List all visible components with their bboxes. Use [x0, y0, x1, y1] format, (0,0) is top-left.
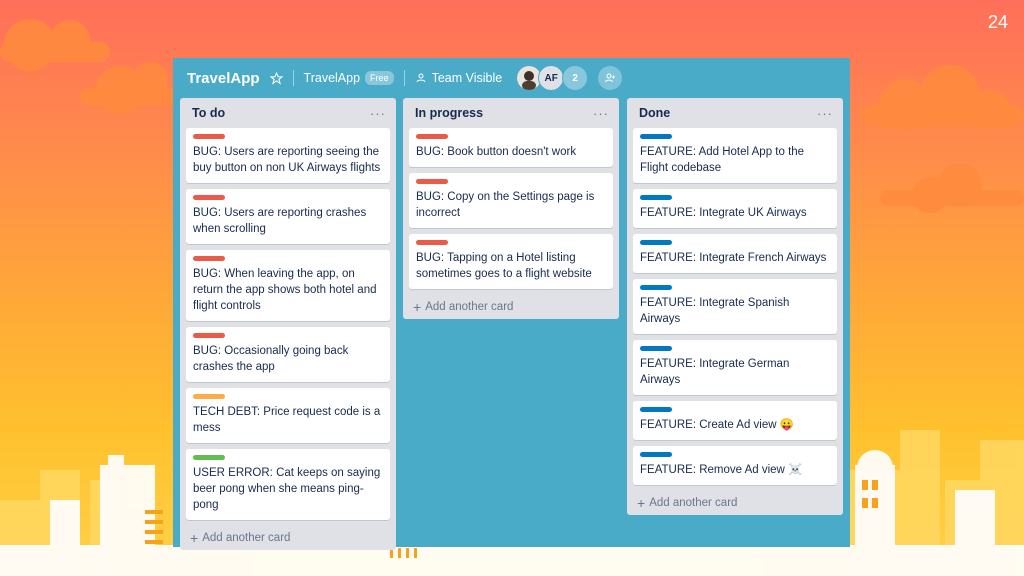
header-divider: [292, 70, 294, 86]
add-card-label: Add another card: [425, 301, 514, 313]
card-text: FEATURE: Integrate French Airways: [640, 252, 827, 264]
card[interactable]: BUG: Tapping on a Hotel listing sometime…: [409, 234, 613, 289]
card-text: BUG: Copy on the Settings page is incorr…: [416, 191, 595, 219]
team-name[interactable]: TravelApp: [304, 71, 361, 85]
card[interactable]: FEATURE: Add Hotel App to the Flight cod…: [633, 128, 837, 183]
card[interactable]: BUG: Users are reporting seeing the buy …: [186, 128, 390, 183]
label-tech-debt: [193, 394, 225, 399]
label-bug: [416, 179, 448, 184]
card[interactable]: FEATURE: Remove Ad view ☠️: [633, 446, 837, 485]
card[interactable]: BUG: Occasionally going back crashes the…: [186, 327, 390, 382]
add-person-icon: [605, 73, 616, 83]
slide-page-number: 24: [987, 12, 1008, 32]
add-card-label: Add another card: [649, 497, 738, 509]
list-menu-button[interactable]: ···: [593, 106, 609, 121]
more-members-count[interactable]: 2: [562, 65, 589, 91]
label-feature: [640, 285, 672, 290]
card-text: BUG: When leaving the app, on return the…: [193, 268, 377, 312]
team-visibility-icon: [416, 73, 426, 83]
card-text: BUG: Tapping on a Hotel listing sometime…: [416, 252, 592, 280]
avatar-initials[interactable]: AF: [538, 65, 565, 91]
card-text: USER ERROR: Cat keeps on saying beer pon…: [193, 467, 381, 511]
card-text: FEATURE: Add Hotel App to the Flight cod…: [640, 146, 805, 174]
card-text: BUG: Users are reporting crashes when sc…: [193, 207, 367, 235]
plan-badge: Free: [365, 71, 394, 85]
invite-member-button[interactable]: [598, 66, 623, 90]
label-feature: [640, 346, 672, 351]
card-text: TECH DEBT: Price request code is a mess: [193, 406, 381, 434]
card[interactable]: FEATURE: Integrate Spanish Airways: [633, 279, 837, 334]
list-done: Done ··· FEATURE: Add Hotel App to the F…: [627, 98, 843, 515]
list-menu-button[interactable]: ···: [817, 106, 833, 121]
board-header: TravelApp TravelApp Free Team Visible AF…: [173, 58, 850, 98]
plus-icon: +: [413, 299, 422, 315]
card[interactable]: TECH DEBT: Price request code is a mess: [186, 388, 390, 443]
add-card-button[interactable]: + Add another card: [180, 526, 396, 550]
board-members: AF 2: [516, 65, 589, 91]
card[interactable]: FEATURE: Integrate German Airways: [633, 340, 837, 395]
label-user-error: [193, 455, 225, 460]
card-list: BUG: Book button doesn't work BUG: Copy …: [403, 128, 619, 289]
kanban-board: TravelApp TravelApp Free Team Visible AF…: [173, 58, 850, 550]
visibility-label: Team Visible: [431, 71, 503, 85]
plus-icon: +: [190, 530, 199, 546]
card[interactable]: FEATURE: Integrate UK Airways: [633, 189, 837, 228]
label-bug: [416, 240, 448, 245]
label-feature: [640, 134, 672, 139]
label-bug: [193, 134, 225, 139]
card[interactable]: BUG: Book button doesn't work: [409, 128, 613, 167]
card-list: FEATURE: Add Hotel App to the Flight cod…: [627, 128, 843, 485]
label-bug: [193, 333, 225, 338]
label-feature: [640, 195, 672, 200]
label-feature: [640, 407, 672, 412]
list-menu-button[interactable]: ···: [370, 106, 386, 121]
card[interactable]: BUG: Copy on the Settings page is incorr…: [409, 173, 613, 228]
card[interactable]: FEATURE: Create Ad view 😛: [633, 401, 837, 440]
card-text: FEATURE: Integrate Spanish Airways: [640, 297, 790, 325]
add-card-button[interactable]: + Add another card: [403, 295, 619, 319]
card-text: FEATURE: Remove Ad view ☠️: [640, 464, 803, 476]
list-title[interactable]: To do: [192, 106, 225, 120]
label-bug: [193, 256, 225, 261]
add-card-label: Add another card: [202, 532, 291, 544]
header-divider: [403, 70, 405, 86]
card[interactable]: BUG: Users are reporting crashes when sc…: [186, 189, 390, 244]
card[interactable]: FEATURE: Integrate French Airways: [633, 234, 837, 273]
label-feature: [640, 240, 672, 245]
card[interactable]: BUG: When leaving the app, on return the…: [186, 250, 390, 321]
card-text: BUG: Occasionally going back crashes the…: [193, 345, 349, 373]
list-to-do: To do ··· BUG: Users are reporting seein…: [180, 98, 396, 550]
star-icon[interactable]: [269, 71, 283, 85]
list-title[interactable]: Done: [639, 106, 670, 120]
add-card-button[interactable]: + Add another card: [627, 491, 843, 515]
plus-icon: +: [637, 495, 646, 511]
card-text: FEATURE: Integrate German Airways: [640, 358, 790, 386]
list-in-progress: In progress ··· BUG: Book button doesn't…: [403, 98, 619, 319]
label-bug: [416, 134, 448, 139]
card-list: BUG: Users are reporting seeing the buy …: [180, 128, 396, 520]
card-text: BUG: Book button doesn't work: [416, 146, 577, 158]
board-title[interactable]: TravelApp: [187, 70, 260, 87]
label-bug: [193, 195, 225, 200]
list-title[interactable]: In progress: [415, 106, 483, 120]
label-feature: [640, 452, 672, 457]
card-text: FEATURE: Integrate UK Airways: [640, 207, 807, 219]
visibility-button[interactable]: Team Visible: [415, 71, 503, 85]
card[interactable]: USER ERROR: Cat keeps on saying beer pon…: [186, 449, 390, 520]
card-text: BUG: Users are reporting seeing the buy …: [193, 146, 381, 174]
card-text: FEATURE: Create Ad view 😛: [640, 419, 795, 431]
